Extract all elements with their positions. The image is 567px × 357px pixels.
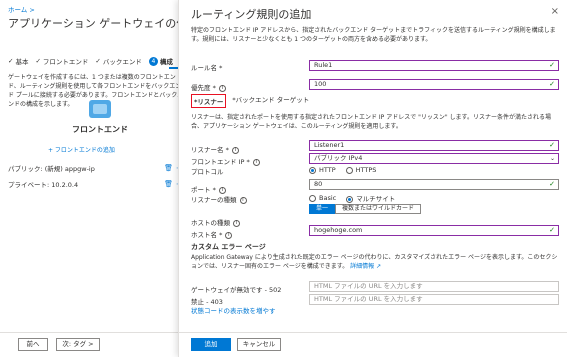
listener-description: リスナーは、指定されたポートを使用する指定されたフロントエンド IP アドレスで… (191, 114, 551, 130)
host-name-label: ホスト名 * i (191, 229, 233, 239)
host-multiple-option[interactable]: 複数またはワイルドカード (335, 204, 422, 214)
check-icon: ✓ (8, 57, 14, 65)
rule-name-field[interactable]: Rule1 ✓ (309, 60, 559, 71)
frontend-ip-select[interactable]: パブリック IPv4 ⌄ (309, 153, 559, 164)
check-icon: ✓ (95, 57, 101, 65)
rule-tabs: *リスナー *バックエンド ターゲット (191, 94, 309, 108)
rule-name-label: ルール名 * (191, 64, 223, 72)
cancel-button[interactable]: キャンセル (237, 338, 281, 351)
info-icon[interactable]: i (252, 158, 260, 166)
host-single-option[interactable]: 単一 (309, 204, 336, 214)
frontend-ip-label: フロントエンド IP * i (191, 156, 260, 166)
add-routing-rule-panel: ルーティング規則の追加 × 特定のフロントエンド IP アドレスから、指定された… (178, 0, 567, 357)
host-type-toggle: 単一 複数またはワイルドカード (309, 204, 422, 214)
step-configuration[interactable]: 4 構成 (148, 56, 173, 66)
radio-selected-icon (309, 166, 316, 174)
panel-title: ルーティング規則の追加 (191, 8, 312, 21)
learn-more-link[interactable]: 詳細情報 (350, 263, 374, 270)
protocol-http-radio[interactable]: HTTP (309, 166, 336, 174)
valid-check-icon: ✓ (549, 61, 555, 69)
frontend-card: フロントエンド (65, 100, 135, 144)
info-icon[interactable]: i (231, 146, 239, 154)
chevron-down-icon: ⌄ (549, 155, 555, 162)
breadcrumb[interactable]: ホーム > (8, 4, 35, 14)
valid-check-icon: ✓ (549, 180, 555, 188)
tab-backend-targets[interactable]: *バックエンド ターゲット (232, 94, 309, 108)
frontend-ip-private[interactable]: プライベート: 10.2.0.4 🗑⋯ (8, 178, 183, 189)
radio-icon (309, 194, 316, 202)
listener-type-radio-group: Basic マルチサイト (309, 193, 395, 203)
valid-check-icon: ✓ (549, 141, 555, 149)
valid-check-icon: ✓ (549, 80, 555, 88)
panel-intro: 特定のフロントエンド IP アドレスから、指定されたバックエンド ターゲットまで… (191, 27, 556, 43)
listener-type-label: リスナーの種類 i (191, 194, 247, 204)
check-icon: ✓ (35, 57, 41, 65)
step-backends[interactable]: ✓ バックエンド (95, 56, 141, 66)
listener-name-label: リスナー名 * i (191, 144, 239, 154)
host-name-field[interactable]: hogehoge.com ✓ (309, 225, 559, 236)
frontend-heading: フロントエンド (72, 125, 128, 134)
add-button[interactable]: 追加 (191, 338, 231, 351)
wizard-footer: 前へ 次: タグ > (0, 332, 190, 357)
next-button[interactable]: 次: タグ > (56, 338, 100, 351)
step-number-icon: 4 (148, 56, 158, 66)
rule-name-value: Rule1 (314, 61, 333, 69)
radio-icon (345, 166, 353, 174)
error-502-url-input[interactable]: HTML ファイルの URL を入力します (309, 281, 559, 292)
step-label: バックエンド (102, 58, 142, 66)
previous-button[interactable]: 前へ (18, 338, 48, 351)
info-icon[interactable]: i (233, 219, 240, 227)
priority-field[interactable]: 100 ✓ (309, 79, 559, 90)
external-link-icon: ↗ (376, 263, 382, 270)
info-icon[interactable]: i (218, 186, 226, 194)
protocol-label: プロトコル (191, 168, 224, 176)
protocol-https-radio[interactable]: HTTPS (345, 166, 376, 174)
step-label: 構成 (159, 58, 173, 66)
host-name-value: hogehoge.com (314, 226, 363, 234)
custom-error-heading: カスタム エラー ページ (191, 243, 266, 251)
valid-check-icon: ✓ (549, 226, 555, 234)
custom-error-description: Application Gateway により生成された既定のエラー ページの代… (191, 254, 558, 270)
close-icon[interactable]: × (551, 6, 559, 17)
host-type-label: ホストの種類 i (191, 217, 240, 227)
page-title: アプリケーション ゲートウェイの作成 (8, 17, 199, 30)
info-icon[interactable]: i (239, 196, 247, 204)
port-label: ポート * i (191, 184, 226, 194)
tab-listener[interactable]: *リスナー (191, 94, 227, 108)
delete-icon[interactable]: 🗑 (164, 164, 173, 172)
info-icon[interactable]: i (225, 231, 233, 239)
ip-label: プライベート: 10.2.0.4 (8, 180, 79, 189)
step-label: フロントエンド (42, 58, 89, 66)
step-basics[interactable]: ✓ 基本 (8, 56, 28, 66)
listener-name-field[interactable]: Listener1 ✓ (309, 140, 559, 151)
create-gateway-blade: ホーム > アプリケーション ゲートウェイの作成 ✓ 基本 ✓ フロントエンド … (0, 0, 198, 357)
port-field[interactable]: 80 ✓ (309, 179, 559, 190)
step-label: 基本 (15, 58, 29, 66)
error-403-url-input[interactable]: HTML ファイルの URL を入力します (309, 294, 559, 305)
panel-footer: 追加 キャンセル (179, 332, 567, 357)
add-frontend-link[interactable]: + フロントエンドの追加 (48, 145, 115, 154)
step-frontends[interactable]: ✓ フロントエンド (35, 56, 88, 66)
listener-name-value: Listener1 (314, 141, 345, 149)
port-value: 80 (314, 180, 323, 188)
priority-value: 100 (314, 80, 327, 88)
radio-selected-icon (346, 195, 354, 203)
info-icon[interactable]: i (218, 84, 226, 92)
frontend-ip-value: パブリック IPv4 (314, 154, 363, 162)
listener-type-basic-radio[interactable]: Basic (309, 194, 336, 202)
frontend-icon (89, 100, 111, 118)
priority-label: 優先度 * i (191, 82, 226, 92)
delete-icon[interactable]: 🗑 (164, 180, 173, 188)
listener-type-multisite-radio[interactable]: マルチサイト (346, 193, 395, 203)
ip-label: パブリック: (新規) appgw-ip (8, 164, 95, 173)
wizard-steps: ✓ 基本 ✓ フロントエンド ✓ バックエンド 4 構成 (8, 56, 173, 66)
show-more-status-codes-link[interactable]: 状態コードの表示数を増やす (191, 305, 276, 315)
error-502-label: ゲートウェイが無効です - 502 (191, 286, 282, 294)
frontend-ip-public[interactable]: パブリック: (新規) appgw-ip 🗑⋯ (8, 162, 183, 173)
protocol-radio-group: HTTP HTTPS (309, 166, 376, 174)
